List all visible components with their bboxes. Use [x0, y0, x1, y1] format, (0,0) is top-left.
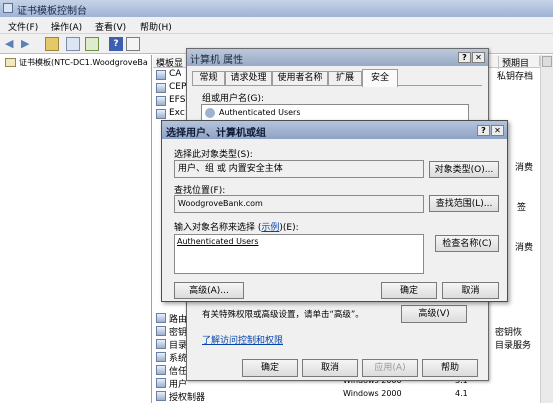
template-icon [156, 326, 166, 336]
list-item[interactable]: 系统 [169, 351, 187, 364]
list-item[interactable]: CEP [169, 82, 186, 92]
tab-extensions[interactable]: 扩展 [328, 71, 362, 86]
properties-title-bar: 计算机 属性 ? ✕ [187, 49, 488, 66]
list-item[interactable]: 路由 [169, 312, 187, 325]
tab-bar: 常规 请求处理 使用者名称 扩展 安全 [192, 69, 482, 87]
app-icon [3, 3, 13, 13]
purpose-cell: 密钥恢 [495, 328, 523, 338]
purpose-cell: 消费 [515, 243, 534, 253]
template-icon [156, 70, 166, 80]
template-icon [156, 391, 166, 401]
purpose-cell: 私钥存档 [497, 72, 534, 82]
app-title: 证书模板控制台 [17, 6, 87, 17]
users-group-icon [205, 108, 215, 118]
certificate-templates-icon [5, 58, 16, 67]
list-item[interactable]: 信任 [169, 364, 187, 377]
menu-file[interactable]: 文件(F) [8, 20, 38, 33]
advanced-security-button[interactable]: 高级(V) [401, 305, 467, 323]
select-title: 选择用户、计算机或组 [166, 128, 266, 139]
select-users-dialog: 选择用户、计算机或组 ? ✕ 选择此对象类型(S): 用户、组 或 内置安全主体… [161, 120, 508, 302]
scroll-up-icon[interactable] [542, 56, 552, 67]
template-icon [156, 339, 166, 349]
object-names-label: 输入对象名称来选择 (示例)(E): [174, 220, 299, 233]
group-user-item[interactable]: Authenticated Users [219, 108, 300, 117]
version-cell: Windows 2000 [343, 389, 402, 398]
list-item[interactable]: 用户 [169, 377, 187, 390]
template-icon [156, 96, 166, 106]
show-tree-icon[interactable] [66, 37, 80, 51]
object-names-value: Authenticated Users [177, 237, 259, 246]
select-cancel-button[interactable]: 取消 [442, 282, 499, 299]
object-names-label-text: 输入对象名称来选择 ( [174, 223, 262, 233]
menu-action[interactable]: 操作(A) [51, 20, 82, 33]
back-icon[interactable]: ◀ [4, 37, 18, 51]
forward-icon[interactable]: ▶ [20, 37, 34, 51]
tab-subject-name[interactable]: 使用者名称 [272, 71, 328, 86]
tree-pane: 证书模板(NTC-DC1.WoodgroveBa [0, 55, 152, 403]
tree-root[interactable]: 证书模板(NTC-DC1.WoodgroveBa [19, 57, 151, 68]
list-item[interactable]: EFS [169, 95, 185, 105]
menu-view[interactable]: 查看(V) [95, 20, 126, 33]
menu-bar: 文件(F) 操作(A) 查看(V) 帮助(H) [0, 17, 553, 34]
properties-icon[interactable] [126, 37, 140, 51]
special-permissions-note: 有关特殊权限或高级设置，请单击“高级”。 [202, 310, 364, 320]
tab-request-handling[interactable]: 请求处理 [225, 71, 272, 86]
list-rows-top: CA CEP EFS Exc [153, 68, 188, 124]
select-ok-button[interactable]: 确定 [381, 282, 437, 299]
advanced-find-button[interactable]: 高级(A)... [174, 282, 244, 299]
up-folder-icon[interactable] [45, 37, 59, 51]
examples-link[interactable]: 示例 [261, 223, 279, 233]
template-icon [156, 378, 166, 388]
properties-close-button[interactable]: ✕ [472, 52, 485, 63]
purpose-cell: 目录服务 [495, 341, 532, 351]
properties-title: 计算机 属性 [190, 55, 244, 66]
list-item[interactable]: Exc [169, 108, 185, 118]
object-types-button[interactable]: 对象类型(O)... [429, 161, 499, 178]
properties-help-button[interactable]: ? [458, 52, 471, 63]
export-list-icon[interactable] [85, 37, 99, 51]
properties-ok-button[interactable]: 确定 [242, 359, 298, 377]
location-field: WoodgroveBank.com [174, 195, 424, 213]
template-icon [156, 109, 166, 119]
purpose-cell: 签 [517, 203, 527, 213]
version-number: 4.1 [455, 389, 468, 398]
object-type-field: 用户、组 或 内置安全主体 [174, 160, 424, 178]
check-names-button[interactable]: 检查名称(C) [435, 235, 499, 252]
select-help-button[interactable]: ? [477, 125, 490, 136]
select-close-button[interactable]: ✕ [491, 125, 504, 136]
template-icon [156, 313, 166, 323]
purpose-cell: 消费 [515, 163, 534, 173]
access-control-link[interactable]: 了解访问控制和权限 [202, 333, 283, 346]
select-title-bar: 选择用户、计算机或组 ? ✕ [162, 121, 507, 139]
list-item[interactable]: CA [169, 69, 181, 79]
properties-cancel-button[interactable]: 取消 [302, 359, 358, 377]
template-icon [156, 352, 166, 362]
vertical-scrollbar[interactable] [540, 55, 553, 403]
main-title-bar: 证书模板控制台 [0, 0, 553, 17]
object-names-input[interactable]: Authenticated Users [174, 234, 424, 274]
list-item[interactable]: 目录 [169, 338, 187, 351]
properties-apply-button[interactable]: 应用(A) [362, 359, 418, 377]
tab-security[interactable]: 安全 [362, 69, 398, 87]
list-item[interactable]: 授权制器 [169, 390, 205, 403]
template-icon [156, 83, 166, 93]
list-item[interactable]: 密钥 [169, 325, 187, 338]
tab-general[interactable]: 常规 [192, 71, 225, 86]
template-icon [156, 365, 166, 375]
locations-button[interactable]: 查找范围(L)... [429, 195, 499, 212]
help-icon[interactable]: ? [109, 37, 123, 51]
properties-help-text-button[interactable]: 帮助 [422, 359, 478, 377]
menu-help[interactable]: 帮助(H) [140, 20, 172, 33]
group-or-user-label: 组或用户名(G): [202, 94, 265, 104]
object-names-label-suffix: )(E): [279, 223, 299, 233]
object-type-label: 选择此对象类型(S): [174, 150, 253, 160]
